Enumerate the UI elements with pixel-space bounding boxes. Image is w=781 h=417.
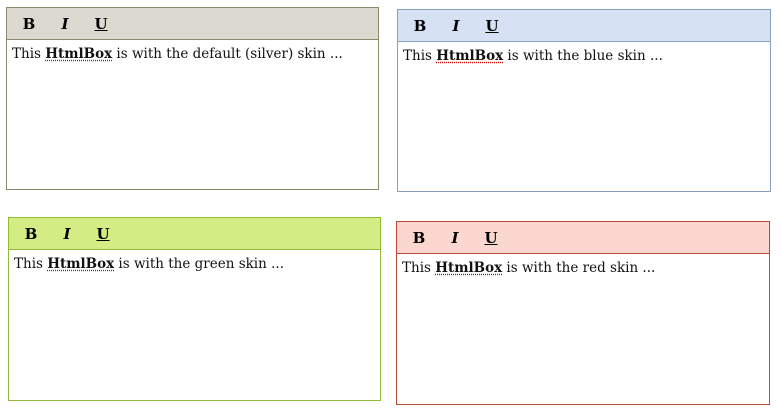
editor-toolbar: B I U: [9, 218, 380, 250]
editor-content-area[interactable]: This HtmlBox is with the default (silver…: [7, 40, 378, 68]
underline-button[interactable]: U: [91, 223, 115, 245]
italic-button[interactable]: I: [443, 227, 467, 249]
underline-button[interactable]: U: [89, 13, 113, 35]
editor-toolbar: B I U: [397, 222, 769, 254]
bold-button[interactable]: B: [408, 15, 432, 37]
editor-content-area[interactable]: This HtmlBox is with the green skin ...: [9, 250, 380, 278]
htmlbox-editor-red: B I U This HtmlBox is with the red skin …: [396, 221, 770, 405]
content-text: is with the green skin ...: [114, 256, 284, 272]
italic-button[interactable]: I: [53, 13, 77, 35]
htmlbox-editor-silver: B I U This HtmlBox is with the default (…: [6, 7, 379, 190]
editor-toolbar: B I U: [398, 10, 770, 42]
bold-button[interactable]: B: [407, 227, 431, 249]
underline-button[interactable]: U: [479, 227, 503, 249]
italic-button[interactable]: I: [444, 15, 468, 37]
italic-button[interactable]: I: [55, 223, 79, 245]
bold-button[interactable]: B: [17, 13, 41, 35]
content-text: This: [402, 260, 436, 276]
content-text: This: [14, 256, 48, 272]
content-text: This: [403, 48, 437, 64]
bold-button[interactable]: B: [19, 223, 43, 245]
content-text: is with the blue skin ...: [503, 48, 663, 64]
underline-button[interactable]: U: [480, 15, 504, 37]
editor-content-area[interactable]: This HtmlBox is with the red skin ...: [397, 254, 769, 282]
content-highlight-word: HtmlBox: [436, 48, 504, 64]
editor-toolbar: B I U: [7, 8, 378, 40]
content-highlight-word: HtmlBox: [47, 256, 115, 272]
content-text: is with the default (silver) skin ...: [112, 46, 343, 62]
content-highlight-word: HtmlBox: [435, 260, 503, 276]
content-highlight-word: HtmlBox: [45, 46, 113, 62]
editor-content-area[interactable]: This HtmlBox is with the blue skin ...: [398, 42, 770, 70]
htmlbox-editor-green: B I U This HtmlBox is with the green ski…: [8, 217, 381, 401]
htmlbox-editor-blue: B I U This HtmlBox is with the blue skin…: [397, 9, 771, 192]
content-text: is with the red skin ...: [502, 260, 656, 276]
content-text: This: [12, 46, 46, 62]
